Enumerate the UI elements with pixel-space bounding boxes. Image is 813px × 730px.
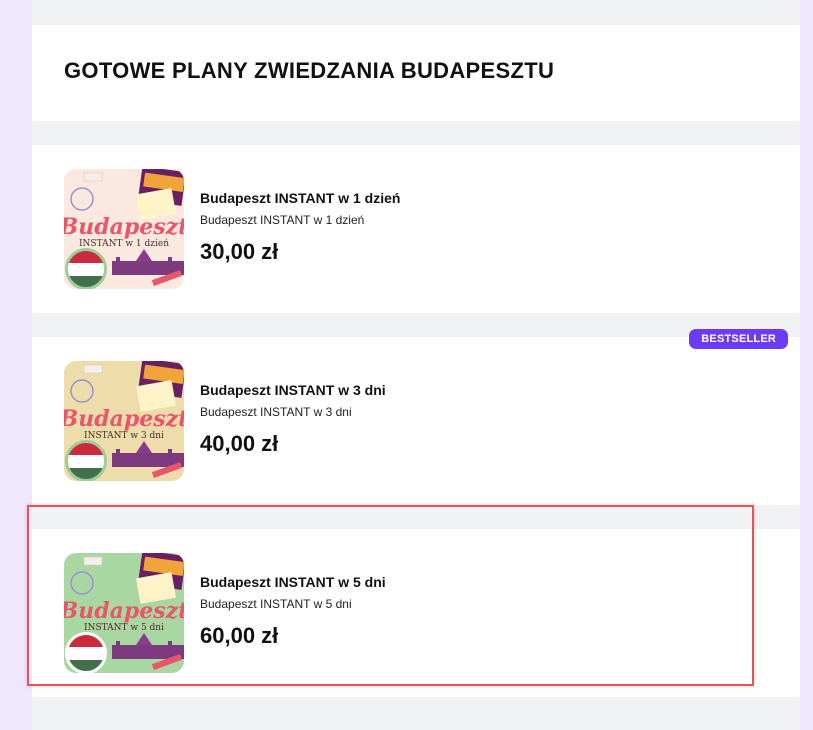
product-title[interactable]: Budapeszt INSTANT w 1 dzień xyxy=(200,190,400,206)
product-price: 60,00 zł xyxy=(200,623,279,648)
product-subtitle: Budapeszt INSTANT w 1 dzień xyxy=(200,213,365,227)
product-card-3-days[interactable]: BESTSELLER Budapeszt INSTANT w 3 dni Bud… xyxy=(32,329,800,505)
thumbnail-heading: Budapeszt xyxy=(64,214,184,240)
hungary-flag-icon xyxy=(65,632,107,673)
product-thumbnail-image: Budapeszt INSTANT w 5 dni xyxy=(64,553,184,673)
product-info: Budapeszt INSTANT w 5 dni Budapeszt INST… xyxy=(200,574,386,649)
product-list-column: GOTOWE PLANY ZWIEDZANIA BUDAPESZTU Budap… xyxy=(32,0,800,730)
product-thumbnail[interactable]: Budapeszt INSTANT w 3 dni xyxy=(64,361,184,481)
hungary-flag-icon xyxy=(65,248,107,289)
product-subtitle: Budapeszt INSTANT w 5 dni xyxy=(200,597,352,611)
product-price: 40,00 zł xyxy=(200,431,279,456)
product-title[interactable]: Budapeszt INSTANT w 5 dni xyxy=(200,574,386,590)
hungary-flag-icon xyxy=(65,440,107,481)
thumbnail-heading: Budapeszt xyxy=(64,406,184,432)
product-thumbnail-image: Budapeszt INSTANT w 1 dzień xyxy=(64,169,184,289)
product-title[interactable]: Budapeszt INSTANT w 3 dni xyxy=(200,382,386,398)
product-subtitle: Budapeszt INSTANT w 3 dni xyxy=(200,405,352,419)
product-thumbnail-image: Budapeszt INSTANT w 3 dni xyxy=(64,361,184,481)
product-thumbnail[interactable]: Budapeszt INSTANT w 5 dni xyxy=(64,553,184,673)
thumbnail-heading: Budapeszt xyxy=(64,598,184,624)
product-card-1-day[interactable]: Budapeszt INSTANT w 1 dzień Budapeszt IN… xyxy=(32,145,800,313)
thumbnail-caption: INSTANT w 5 dni xyxy=(84,623,164,633)
product-card-5-days[interactable]: Budapeszt INSTANT w 5 dni Budapeszt INST… xyxy=(32,529,800,697)
thumbnail-caption: INSTANT w 3 dni xyxy=(84,431,164,441)
section-title: GOTOWE PLANY ZWIEDZANIA BUDAPESZTU xyxy=(64,58,555,83)
section-header: GOTOWE PLANY ZWIEDZANIA BUDAPESZTU xyxy=(32,25,800,121)
product-info: Budapeszt INSTANT w 1 dzień Budapeszt IN… xyxy=(200,190,400,265)
product-price: 30,00 zł xyxy=(200,239,279,264)
bestseller-badge: BESTSELLER xyxy=(689,329,788,349)
product-thumbnail[interactable]: Budapeszt INSTANT w 1 dzień xyxy=(64,169,184,289)
product-info: Budapeszt INSTANT w 3 dni Budapeszt INST… xyxy=(200,382,386,457)
thumbnail-caption: INSTANT w 1 dzień xyxy=(79,238,169,249)
